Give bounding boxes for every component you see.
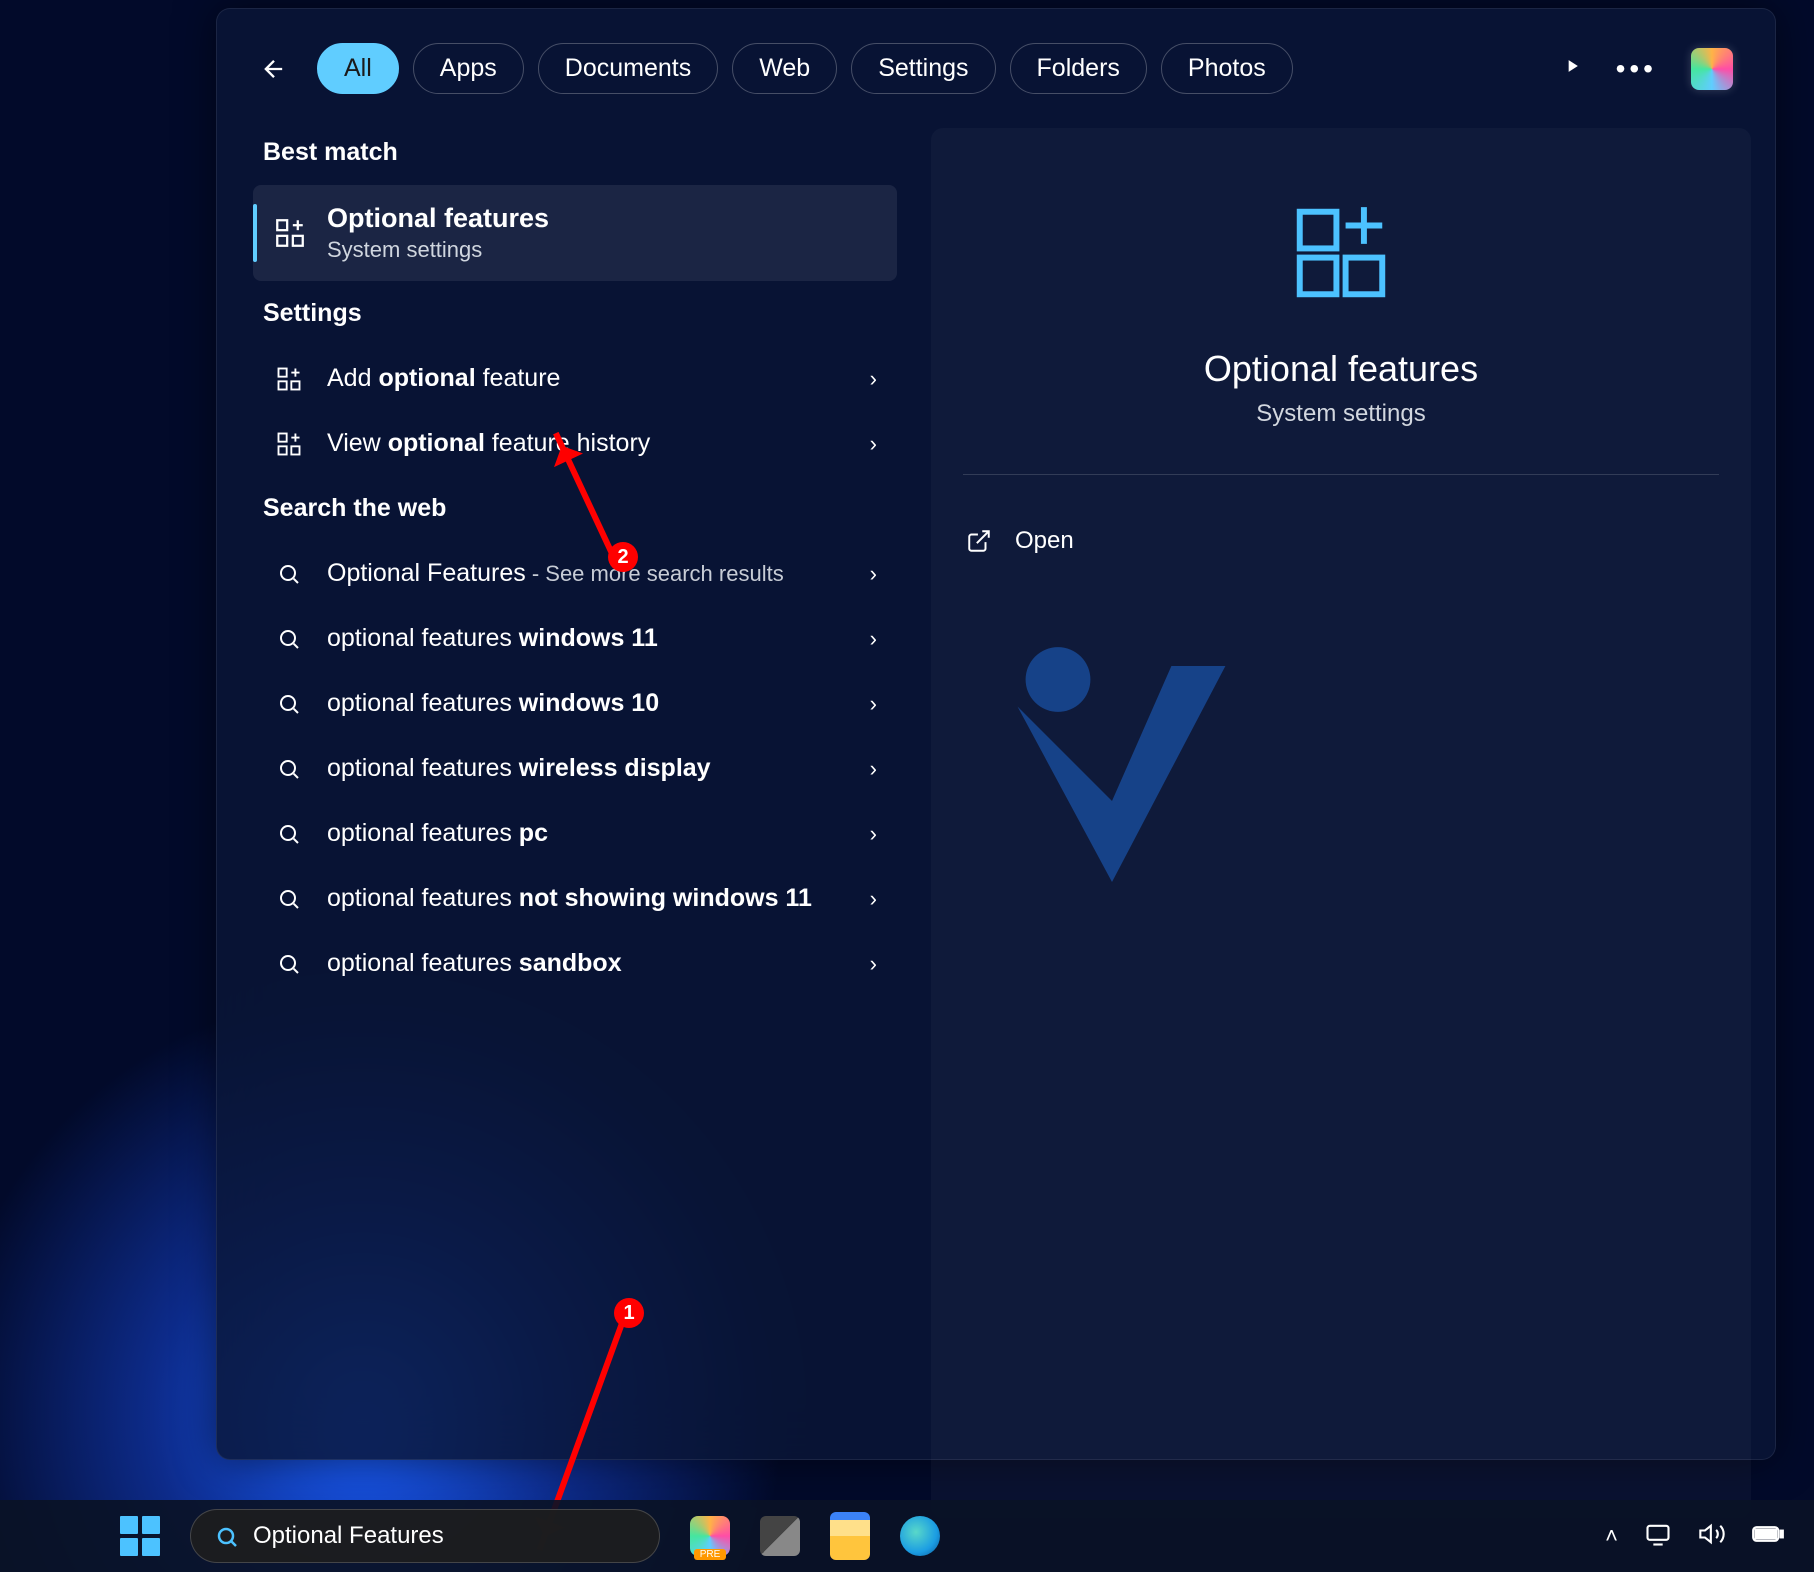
network-icon[interactable] xyxy=(1644,1520,1672,1553)
preview-column: Optional features System settings Open xyxy=(931,120,1751,1518)
result-bold: optional xyxy=(388,429,485,457)
options-button[interactable]: ••• xyxy=(1616,53,1657,85)
search-icon xyxy=(273,822,305,846)
settings-grid-plus-icon xyxy=(273,430,305,458)
section-search-web: Search the web xyxy=(253,476,897,541)
result-text: optional features xyxy=(327,689,519,717)
tray-overflow-icon[interactable]: ˄ xyxy=(1605,1523,1618,1549)
chevron-right-icon: › xyxy=(870,366,877,392)
taskbar-search[interactable] xyxy=(190,1509,660,1563)
result-text: optional features xyxy=(327,754,519,782)
search-icon xyxy=(273,562,305,586)
optional-features-icon xyxy=(963,198,1719,308)
web-result[interactable]: optional features sandbox › xyxy=(253,931,897,996)
annotation-badge-1: 1 xyxy=(614,1298,644,1328)
web-result[interactable]: optional features pc › xyxy=(253,801,897,866)
search-results-column: Best match Optional features System sett… xyxy=(241,120,909,1518)
taskbar-search-input[interactable] xyxy=(251,1521,635,1551)
taskbar-app-edge[interactable] xyxy=(900,1516,940,1556)
preview-title: Optional features xyxy=(963,348,1719,390)
chevron-right-icon: › xyxy=(870,431,877,457)
tab-photos[interactable]: Photos xyxy=(1161,43,1293,94)
settings-result-add-optional-feature[interactable]: Add optional feature › xyxy=(253,346,897,411)
result-text: optional features xyxy=(327,624,519,652)
search-filter-bar: All Apps Documents Web Settings Folders … xyxy=(217,9,1775,120)
copilot-icon[interactable] xyxy=(1691,48,1733,90)
web-result[interactable]: optional features windows 10 › xyxy=(253,671,897,736)
search-icon xyxy=(215,1525,237,1547)
result-bold: not showing windows 11 xyxy=(519,884,812,912)
chevron-right-icon: › xyxy=(870,821,877,847)
open-label: Open xyxy=(1015,527,1074,555)
search-icon xyxy=(273,887,305,911)
back-button[interactable] xyxy=(259,54,289,84)
taskbar-app-copilot-preview[interactable]: PRE xyxy=(690,1516,730,1556)
section-best-match: Best match xyxy=(253,120,897,185)
tab-all[interactable]: All xyxy=(317,43,399,94)
result-sub: - See more search results xyxy=(526,561,784,586)
preview-card: Optional features System settings Open xyxy=(931,128,1751,1518)
tab-folders[interactable]: Folders xyxy=(1010,43,1147,94)
result-text: View xyxy=(327,429,388,457)
result-bold: pc xyxy=(519,819,548,847)
chevron-right-icon: › xyxy=(870,561,877,587)
result-text: Add xyxy=(327,364,378,392)
annotation-badge-2: 2 xyxy=(608,542,638,572)
taskbar-app-task-view[interactable] xyxy=(760,1516,800,1556)
result-bold: wireless display xyxy=(519,754,711,782)
result-bold: optional xyxy=(378,364,475,392)
more-filters-button[interactable] xyxy=(1562,56,1582,82)
chevron-right-icon: › xyxy=(870,626,877,652)
result-text: optional features xyxy=(327,949,519,977)
chevron-right-icon: › xyxy=(870,951,877,977)
result-text: optional features xyxy=(327,884,519,912)
system-tray: ˄ xyxy=(1605,1520,1784,1553)
search-icon xyxy=(273,692,305,716)
preview-subtitle: System settings xyxy=(963,400,1719,428)
result-bold: windows 10 xyxy=(519,689,659,717)
web-result[interactable]: optional features windows 11 › xyxy=(253,606,897,671)
chevron-right-icon: › xyxy=(870,756,877,782)
tab-web[interactable]: Web xyxy=(732,43,837,94)
result-bold: sandbox xyxy=(519,949,622,977)
chevron-right-icon: › xyxy=(870,691,877,717)
battery-icon[interactable] xyxy=(1752,1522,1784,1551)
volume-icon[interactable] xyxy=(1698,1520,1726,1553)
result-text-post: feature xyxy=(476,364,561,392)
result-text: Optional Features xyxy=(327,559,526,587)
best-match-title: Optional features xyxy=(327,203,549,234)
best-match-subtitle: System settings xyxy=(327,237,549,263)
search-icon xyxy=(273,757,305,781)
open-action[interactable]: Open xyxy=(963,521,1719,561)
start-button[interactable] xyxy=(120,1516,160,1556)
taskbar-app-file-explorer[interactable] xyxy=(830,1512,870,1560)
best-match-result[interactable]: Optional features System settings xyxy=(253,185,897,281)
tab-documents[interactable]: Documents xyxy=(538,43,718,94)
tab-settings[interactable]: Settings xyxy=(851,43,995,94)
settings-grid-plus-icon xyxy=(273,216,307,250)
result-text: optional features xyxy=(327,819,519,847)
result-bold: windows 11 xyxy=(519,624,658,652)
search-filter-tabs: All Apps Documents Web Settings Folders … xyxy=(317,43,1293,94)
taskbar: PRE ˄ xyxy=(0,1500,1814,1572)
section-settings: Settings xyxy=(253,281,897,346)
open-link-icon xyxy=(965,527,993,555)
search-icon xyxy=(273,952,305,976)
web-result[interactable]: Optional Features - See more search resu… xyxy=(253,541,897,606)
divider xyxy=(963,474,1719,475)
tab-apps[interactable]: Apps xyxy=(413,43,524,94)
search-icon xyxy=(273,627,305,651)
search-flyout: All Apps Documents Web Settings Folders … xyxy=(216,8,1776,1460)
settings-grid-plus-icon xyxy=(273,365,305,393)
chevron-right-icon: › xyxy=(870,886,877,912)
web-result[interactable]: optional features wireless display › xyxy=(253,736,897,801)
web-result[interactable]: optional features not showing windows 11… xyxy=(253,866,897,931)
